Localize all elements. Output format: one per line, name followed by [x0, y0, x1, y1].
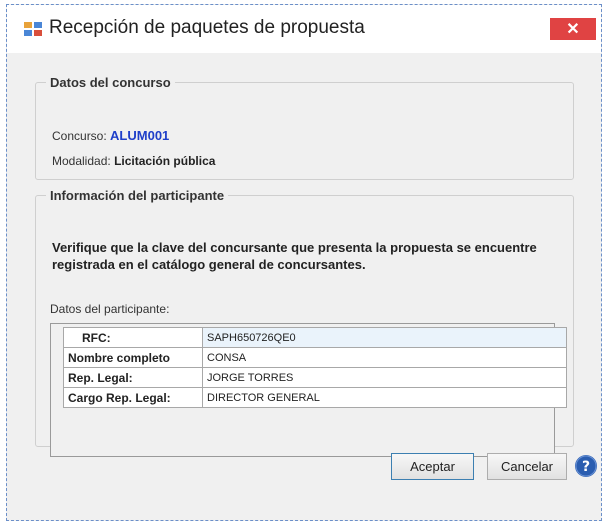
participante-legend: Información del participante	[50, 188, 225, 203]
row-value[interactable]: SAPH650726QE0	[202, 327, 567, 348]
cancelar-button[interactable]: Cancelar	[487, 453, 567, 480]
modalidad-value: Licitación pública	[114, 154, 216, 168]
concurso-value: ALUM001	[110, 128, 170, 143]
participante-group: Información del participante Verifique q…	[35, 188, 574, 457]
row-key: Cargo Rep. Legal:	[63, 387, 203, 408]
concurso-row: Concurso: ALUM001	[52, 128, 169, 143]
title-bar[interactable]: Recepción de paquetes de propuesta ✕	[7, 5, 601, 53]
help-icon[interactable]: ?	[574, 454, 598, 478]
participant-grid[interactable]: RFC: SAPH650726QE0 Nombre completo CONSA…	[50, 323, 567, 457]
concurso-group: Datos del concurso Concurso: ALUM001 Mod…	[35, 75, 574, 180]
aceptar-button[interactable]: Aceptar	[391, 453, 474, 480]
row-value[interactable]: DIRECTOR GENERAL	[202, 387, 567, 408]
window-title: Recepción de paquetes de propuesta	[49, 17, 365, 38]
table-row[interactable]: Nombre completo CONSA	[63, 347, 567, 368]
table-row[interactable]: Cargo Rep. Legal: DIRECTOR GENERAL	[63, 387, 567, 408]
row-value[interactable]: CONSA	[202, 347, 567, 368]
close-button[interactable]: ✕	[550, 18, 596, 40]
row-key: Nombre completo	[63, 347, 203, 368]
svg-text:?: ?	[582, 459, 590, 475]
table-row[interactable]: Rep. Legal: JORGE TORRES	[63, 367, 567, 388]
instruction-text: Verifique que la clave del concursante q…	[52, 240, 537, 272]
row-key: RFC:	[63, 327, 203, 348]
row-value[interactable]: JORGE TORRES	[202, 367, 567, 388]
row-key: Rep. Legal:	[63, 367, 203, 388]
close-icon: ✕	[566, 21, 580, 38]
table-row[interactable]: RFC: SAPH650726QE0	[63, 327, 567, 348]
modalidad-row: Modalidad: Licitación pública	[52, 154, 215, 168]
dialog-content: Datos del concurso Concurso: ALUM001 Mod…	[7, 53, 601, 520]
concurso-legend: Datos del concurso	[50, 75, 171, 90]
participant-table: RFC: SAPH650726QE0 Nombre completo CONSA…	[63, 327, 567, 408]
modalidad-label: Modalidad:	[52, 154, 111, 168]
datos-participante-label: Datos del participante:	[50, 302, 170, 316]
concurso-label: Concurso:	[52, 129, 107, 143]
dialog-window: Recepción de paquetes de propuesta ✕ Dat…	[6, 4, 602, 521]
window-app-icon	[24, 22, 42, 36]
